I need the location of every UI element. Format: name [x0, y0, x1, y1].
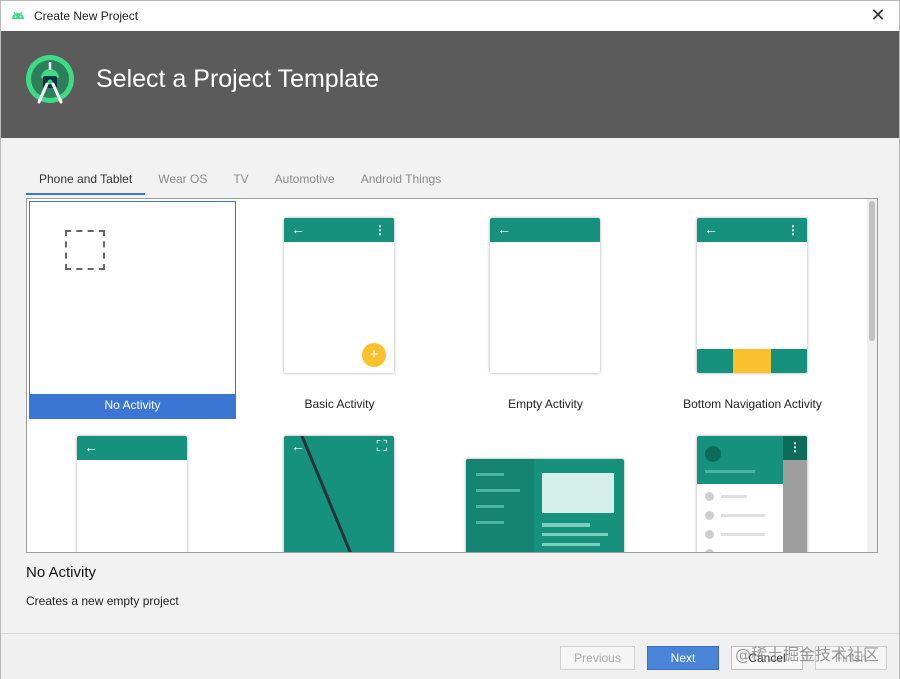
back-arrow-icon: ←	[291, 438, 305, 454]
app-bar: ←	[77, 436, 187, 460]
tablet-preview	[466, 459, 624, 552]
back-arrow-icon: ←	[704, 221, 718, 237]
template-row2-tile-2[interactable]: ← ⛶	[236, 419, 443, 552]
tab-wear-os[interactable]: Wear OS	[145, 169, 220, 195]
drawer-header	[697, 436, 783, 484]
template-label: Basic Activity	[304, 397, 375, 411]
empty-placeholder-icon	[65, 230, 105, 270]
selected-template-title: No Activity	[26, 564, 97, 581]
template-row2-tile-4[interactable]: ⋮	[649, 419, 856, 552]
fullscreen-icon: ⛶	[376, 438, 387, 455]
form-factor-tabs: Phone and Tablet Wear OS TV Automotive A…	[26, 169, 454, 195]
phone-preview: ← ⋮	[697, 218, 807, 373]
template-empty-activity[interactable]: ← Empty Activity	[442, 201, 649, 419]
app-bar: ← ⋮	[284, 218, 394, 242]
tab-phone-and-tablet[interactable]: Phone and Tablet	[26, 169, 146, 195]
tab-android-things[interactable]: Android Things	[348, 169, 455, 195]
close-icon[interactable]: ✕	[869, 6, 887, 25]
back-arrow-icon: ←	[84, 439, 98, 455]
template-bottom-navigation-activity[interactable]: ← ⋮ Bottom Navigation Activity	[649, 201, 856, 419]
detail-image	[542, 473, 614, 513]
overflow-menu-icon: ⋮	[374, 223, 386, 237]
title-bar: Create New Project ✕	[1, 1, 899, 31]
back-arrow-icon: ←	[497, 221, 511, 237]
phone-preview: ⋮	[697, 436, 807, 552]
template-label: No Activity	[29, 394, 236, 418]
template-basic-activity[interactable]: ← ⋮ + Basic Activity	[236, 201, 443, 419]
selected-template-description: Creates a new empty project	[26, 594, 179, 608]
next-button[interactable]: Next	[647, 646, 719, 670]
phone-preview: ←	[490, 218, 600, 373]
phone-preview: ← ⋮ +	[284, 218, 394, 373]
tab-tv[interactable]: TV	[220, 169, 261, 195]
tab-automotive[interactable]: Automotive	[262, 169, 348, 195]
phone-preview: ←	[77, 436, 187, 552]
create-project-dialog: Create New Project ✕ Select a Project Te…	[0, 0, 900, 679]
gallery-scrollbar[interactable]	[867, 199, 877, 552]
app-bar: ←	[490, 218, 600, 242]
list-pane	[466, 459, 534, 552]
app-bar: ← ⋮	[697, 218, 807, 242]
previous-button[interactable]: Previous	[560, 646, 635, 670]
fab-icon: +	[362, 343, 386, 367]
template-row2-tile-1[interactable]: ←	[29, 419, 236, 552]
template-gallery: No Activity ← ⋮ + Basic Activity ← Empty…	[26, 198, 878, 553]
template-no-activity[interactable]: No Activity	[29, 201, 236, 419]
phone-preview: ← ⛶	[284, 436, 394, 552]
window-title: Create New Project	[34, 9, 139, 23]
watermark-text: @稀土掘金技术社区	[734, 645, 879, 664]
page-title: Select a Project Template	[96, 65, 380, 93]
back-arrow-icon: ←	[291, 221, 305, 237]
wizard-header: Select a Project Template	[1, 31, 899, 138]
template-row2-tile-3[interactable]	[442, 419, 649, 552]
bottom-navigation-bar	[697, 349, 807, 373]
overflow-menu-icon: ⋮	[787, 223, 799, 237]
template-label: Bottom Navigation Activity	[683, 397, 822, 411]
overflow-menu-icon: ⋮	[783, 436, 807, 460]
template-label: Empty Activity	[508, 397, 583, 411]
android-icon	[12, 11, 24, 19]
android-studio-logo-icon	[26, 55, 74, 104]
scrollbar-thumb[interactable]	[869, 201, 875, 341]
